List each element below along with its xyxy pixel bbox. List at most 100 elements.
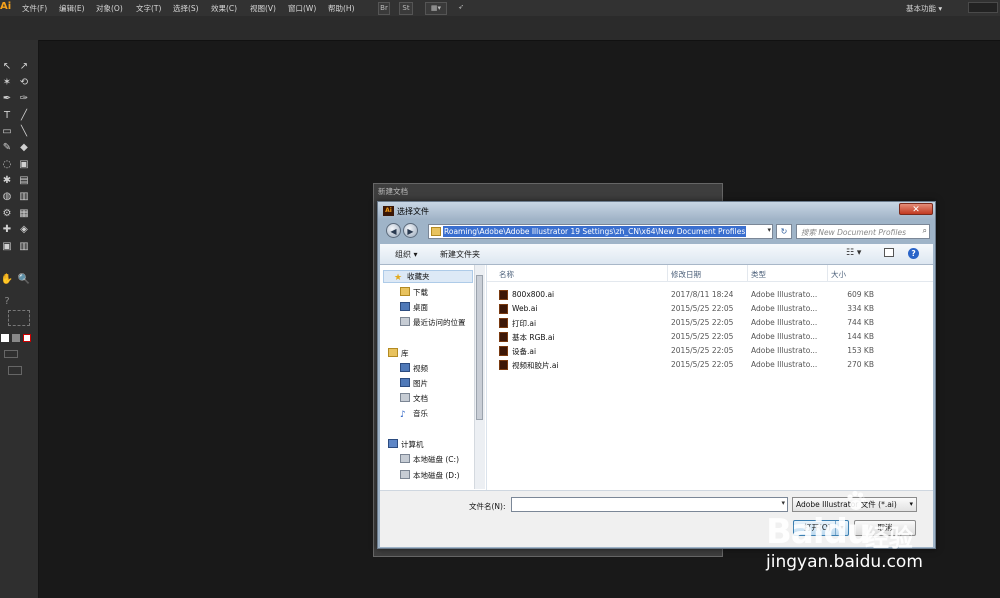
eyedropper-tool-icon[interactable]: ✚ (0, 223, 14, 237)
menu-help[interactable]: 帮助(H) (328, 3, 355, 14)
watermark-url: jingyan.baidu.com (766, 552, 923, 572)
screen-mode-icon[interactable] (8, 366, 22, 375)
rectangle-tool-icon[interactable]: ▭ (0, 125, 14, 139)
rocket-icon[interactable]: ➶ (455, 2, 467, 13)
magic-wand-tool-icon[interactable]: ✶ (0, 76, 14, 90)
paintbrush-tool-icon[interactable]: ╲ (17, 125, 31, 139)
symbol-sprayer-tool-icon[interactable]: ▣ (0, 240, 14, 254)
nav-videos[interactable]: 视频 (400, 363, 428, 374)
color-mode-icon[interactable] (1, 334, 9, 342)
new-folder-button[interactable]: 新建文件夹 (440, 249, 480, 260)
file-row[interactable]: 800x800.ai 2017/8/11 18:24 Adobe Illustr… (487, 288, 933, 302)
column-name[interactable]: 名称 (499, 269, 514, 280)
pencil-tool-icon[interactable]: ✎ (0, 141, 14, 155)
preview-pane-icon[interactable] (884, 248, 894, 257)
address-path[interactable]: Roaming\Adobe\Adobe Illustrator 19 Setti… (443, 226, 747, 237)
zoom-tool-icon[interactable]: 🔍 (17, 273, 31, 287)
dialog-titlebar[interactable]: Ai 选择文件 ✕ (378, 202, 935, 220)
filename-field[interactable]: ▾ (511, 497, 788, 512)
nav-favorites[interactable]: ★ 收藏夹 (383, 270, 473, 283)
file-size: 153 KB (847, 346, 874, 355)
line-tool-icon[interactable]: ╱ (17, 109, 31, 123)
star-icon: ★ (394, 273, 403, 283)
nav-disk-d[interactable]: 本地磁盘 (D:) (400, 470, 460, 481)
gradient-tool-icon[interactable]: ▦ (17, 207, 31, 221)
navigation-pane: ★ 收藏夹 下载 桌面 最近访问的位置 库 视频 图片 文档 ♪ 音乐 计算机 本地… (380, 265, 487, 490)
fill-stroke-icon[interactable]: ? (0, 295, 14, 309)
pen-tool-icon[interactable]: ✒ (0, 92, 14, 106)
search-icon[interactable]: ⌕ (923, 226, 927, 236)
menu-window[interactable]: 窗口(W) (288, 3, 316, 14)
menu-effect[interactable]: 效果(C) (211, 3, 237, 14)
file-row[interactable]: 设备.ai 2015/5/25 22:05 Adobe Illustrato..… (487, 344, 933, 358)
file-type: Adobe Illustrato... (751, 360, 818, 369)
file-type: Adobe Illustrato... (751, 332, 818, 341)
direct-selection-tool-icon[interactable]: ↗ (17, 60, 31, 74)
arrange-documents-icon[interactable]: ▦▾ (425, 2, 447, 15)
nav-libraries[interactable]: 库 (388, 348, 409, 359)
mesh-tool-icon[interactable]: ⚙ (0, 207, 14, 221)
file-row[interactable]: 基本 RGB.ai 2015/5/25 22:05 Adobe Illustra… (487, 330, 933, 344)
column-divider[interactable] (827, 265, 828, 281)
menu-view[interactable]: 视图(V) (250, 3, 276, 14)
curvature-tool-icon[interactable]: ✑ (17, 92, 31, 106)
nav-music[interactable]: ♪ 音乐 (400, 408, 428, 420)
gradient-mode-icon[interactable] (12, 334, 20, 342)
nav-recent-places[interactable]: 最近访问的位置 (400, 317, 466, 328)
file-row[interactable]: 视频和胶片.ai 2015/5/25 22:05 Adobe Illustrat… (487, 358, 933, 372)
close-button[interactable]: ✕ (899, 203, 933, 215)
menu-type[interactable]: 文字(T) (136, 3, 161, 14)
organize-button[interactable]: 组织 ▾ (395, 249, 418, 260)
perspective-grid-tool-icon[interactable]: ▥ (17, 190, 31, 204)
scale-tool-icon[interactable]: ▣ (17, 158, 31, 172)
menu-object[interactable]: 对象(O) (96, 3, 123, 14)
column-size[interactable]: 大小 (831, 269, 846, 280)
draw-mode-icon[interactable] (4, 350, 18, 358)
file-list: 800x800.ai 2017/8/11 18:24 Adobe Illustr… (487, 282, 933, 490)
address-dropdown-icon[interactable]: ▾ (767, 226, 771, 234)
back-button[interactable]: ◀ (386, 223, 401, 238)
column-date[interactable]: 修改日期 (671, 269, 701, 280)
workspace-switcher[interactable]: 基本功能 ▾ (906, 3, 942, 14)
nav-downloads[interactable]: 下载 (400, 287, 428, 298)
nav-documents[interactable]: 文档 (400, 393, 428, 404)
column-type[interactable]: 类型 (751, 269, 766, 280)
eraser-tool-icon[interactable]: ◆ (17, 141, 31, 155)
nav-computer[interactable]: 计算机 (388, 439, 424, 450)
nav-pictures[interactable]: 图片 (400, 378, 428, 389)
column-graph-tool-icon[interactable]: ▥ (17, 240, 31, 254)
lasso-tool-icon[interactable]: ⟲ (17, 76, 31, 90)
file-row[interactable]: Web.ai 2015/5/25 22:05 Adobe Illustrato.… (487, 302, 933, 316)
watermark-jingyan: 经验 (865, 524, 913, 552)
forward-button[interactable]: ▶ (403, 223, 418, 238)
help-search-input[interactable] (968, 2, 998, 13)
selection-tool-icon[interactable]: ↖ (0, 60, 14, 74)
fill-swatch-icon[interactable] (8, 310, 30, 326)
file-row[interactable]: 打印.ai 2015/5/25 22:05 Adobe Illustrato..… (487, 316, 933, 330)
nav-disk-c[interactable]: 本地磁盘 (C:) (400, 454, 459, 465)
column-divider[interactable] (667, 265, 668, 281)
width-tool-icon[interactable]: ✱ (0, 174, 14, 188)
scrollbar-thumb[interactable] (476, 275, 483, 420)
search-input[interactable]: 搜索 New Document Profiles ⌕ (796, 224, 930, 239)
bridge-button[interactable]: Br (378, 2, 390, 15)
menu-edit[interactable]: 编辑(E) (59, 3, 85, 14)
file-name: 打印.ai (512, 319, 537, 328)
view-options-icon[interactable]: ☷ ▾ (846, 248, 861, 258)
menu-file[interactable]: 文件(F) (22, 3, 47, 14)
nav-desktop[interactable]: 桌面 (400, 302, 428, 313)
type-tool-icon[interactable]: T (0, 109, 14, 123)
none-mode-icon[interactable] (23, 334, 31, 342)
shape-builder-tool-icon[interactable]: ◍ (0, 190, 14, 204)
blend-tool-icon[interactable]: ◈ (17, 223, 31, 237)
stock-button[interactable]: St (399, 2, 413, 15)
refresh-button[interactable]: ↻ (776, 224, 792, 239)
help-icon[interactable]: ? (908, 248, 919, 259)
address-bar[interactable]: Roaming\Adobe\Adobe Illustrator 19 Setti… (428, 224, 773, 239)
rotate-tool-icon[interactable]: ◌ (0, 158, 14, 172)
menu-select[interactable]: 选择(S) (173, 3, 199, 14)
free-transform-tool-icon[interactable]: ▤ (17, 174, 31, 188)
navigation-scrollbar[interactable] (474, 265, 485, 489)
hand-tool-icon[interactable]: ✋ (0, 273, 14, 287)
column-divider[interactable] (747, 265, 748, 281)
